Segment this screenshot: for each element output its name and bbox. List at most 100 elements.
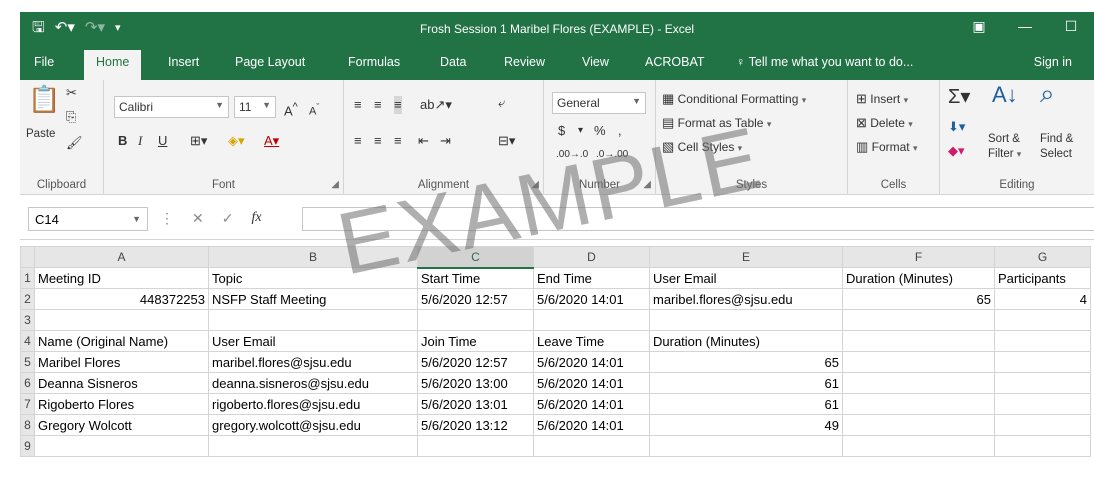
tab-formulas[interactable]: Formulas [348,55,400,69]
merge-center-icon[interactable]: ⊟▾ [498,132,515,150]
column-header-f[interactable]: F [842,246,995,268]
cell[interactable]: 65 [649,351,843,373]
sign-in-link[interactable]: Sign in [1034,55,1072,69]
cell[interactable] [533,435,650,457]
tab-home[interactable]: Home [84,50,142,80]
cell[interactable] [842,372,995,394]
insert-cells-button[interactable]: ⊞ Insert ▾ [856,90,908,108]
cell[interactable] [34,309,209,331]
format-cells-button[interactable]: ▥ Format ▾ [856,138,918,156]
cell[interactable]: End Time [533,267,650,289]
cell-styles-button[interactable]: ▧ Cell Styles ▾ [662,138,742,156]
tab-acrobat[interactable]: ACROBAT [645,55,705,69]
currency-button[interactable]: $ [558,122,565,140]
align-top-icon[interactable]: ≡ [354,96,362,114]
cell[interactable]: 448372253 [34,288,209,310]
cell[interactable]: Gregory Wolcott [34,414,209,436]
font-color-icon[interactable]: A▾ [264,132,279,150]
tab-page-layout[interactable]: Page Layout [235,55,305,69]
enter-icon[interactable]: ✓ [222,210,234,227]
cell[interactable]: 5/6/2020 14:01 [533,351,650,373]
dialog-launcher-icon[interactable]: ◢ [331,179,339,190]
cell[interactable] [994,393,1091,415]
number-format-select[interactable]: General ▼ [552,92,646,114]
font-name-select[interactable]: Calibri ▼ [114,96,229,118]
cell[interactable] [649,435,843,457]
select-all-corner[interactable] [20,246,35,268]
column-header-g[interactable]: G [994,246,1091,268]
tab-review[interactable]: Review [504,55,545,69]
copy-icon[interactable]: ⎘ [66,108,76,126]
cell[interactable] [34,435,209,457]
column-header-e[interactable]: E [649,246,843,268]
cell[interactable]: Rigoberto Flores [34,393,209,415]
cell[interactable]: Leave Time [533,330,650,352]
cell[interactable]: User Email [208,330,418,352]
decrease-indent-icon[interactable]: ⇤ [418,132,429,150]
cell[interactable]: 5/6/2020 14:01 [533,372,650,394]
cell[interactable]: Start Time [417,267,534,289]
cell[interactable]: maribel.flores@sjsu.edu [649,288,843,310]
decrease-decimal-icon[interactable]: .0→.00 [596,146,628,164]
shrink-font-icon[interactable]: Aˇ [309,98,319,121]
clear-icon[interactable]: ◆▾ [948,142,965,160]
cell[interactable] [994,372,1091,394]
grow-font-icon[interactable]: A^ [284,98,298,120]
sort-filter-button[interactable]: Sort & Filter ▾ [988,132,1021,162]
cell[interactable]: deanna.sisneros@sjsu.edu [208,372,418,394]
cell[interactable]: 5/6/2020 12:57 [417,288,534,310]
wrap-text-icon[interactable]: ⤶ [498,94,505,112]
tell-me-box[interactable]: ♀ Tell me what you want to do... [736,55,913,69]
cell[interactable] [649,309,843,331]
column-header-b[interactable]: B [208,246,418,268]
bold-button[interactable]: B [118,132,127,150]
increase-indent-icon[interactable]: ⇥ [440,132,451,150]
cell[interactable]: 61 [649,372,843,394]
sort-filter-icon[interactable]: A↓ [992,84,1018,106]
align-center-icon[interactable]: ≡ [374,132,382,150]
cell[interactable]: maribel.flores@sjsu.edu [208,351,418,373]
row-header[interactable]: 9 [20,435,35,457]
cell[interactable]: 61 [649,393,843,415]
row-header[interactable]: 2 [20,288,35,310]
cell[interactable] [417,435,534,457]
insert-function-icon[interactable]: fx [251,210,261,227]
find-select-icon[interactable]: ⌕ [1040,80,1055,106]
cell[interactable]: 5/6/2020 12:57 [417,351,534,373]
row-header[interactable]: 1 [20,267,35,289]
cell[interactable]: 5/6/2020 13:00 [417,372,534,394]
cell[interactable] [842,414,995,436]
row-header[interactable]: 3 [20,309,35,331]
cell[interactable]: 5/6/2020 14:01 [533,414,650,436]
cell[interactable]: 65 [842,288,995,310]
cell[interactable] [842,435,995,457]
cell[interactable] [994,351,1091,373]
fill-icon[interactable]: ⬇▾ [948,118,965,136]
format-as-table-button[interactable]: ▤ Format as Table ▾ [662,114,771,132]
maximize-icon[interactable]: ☐ [1048,18,1094,35]
tab-view[interactable]: View [582,55,609,69]
tab-insert[interactable]: Insert [168,55,199,69]
cell[interactable]: NSFP Staff Meeting [208,288,418,310]
cell[interactable]: 5/6/2020 14:01 [533,288,650,310]
cell[interactable]: Duration (Minutes) [649,330,843,352]
cell[interactable]: rigoberto.flores@sjsu.edu [208,393,418,415]
cell[interactable] [994,414,1091,436]
cell[interactable]: 4 [994,288,1091,310]
cell[interactable]: Participants [994,267,1091,289]
cell[interactable] [994,309,1091,331]
formula-input[interactable] [302,207,1094,231]
cell[interactable]: User Email [649,267,843,289]
align-bottom-icon[interactable]: ≡ [394,96,402,114]
minimize-icon[interactable]: — [1002,18,1048,35]
cell[interactable] [994,435,1091,457]
italic-button[interactable]: I [138,132,142,150]
dialog-launcher-icon[interactable]: ◢ [531,179,539,190]
comma-style-icon[interactable]: , [618,122,622,140]
tab-data[interactable]: Data [440,55,466,69]
align-right-icon[interactable]: ≡ [394,132,402,150]
cell[interactable]: Join Time [417,330,534,352]
column-header-c[interactable]: C [417,246,534,269]
increase-decimal-icon[interactable]: .00→.0 [556,146,588,164]
cell[interactable]: 5/6/2020 13:01 [417,393,534,415]
